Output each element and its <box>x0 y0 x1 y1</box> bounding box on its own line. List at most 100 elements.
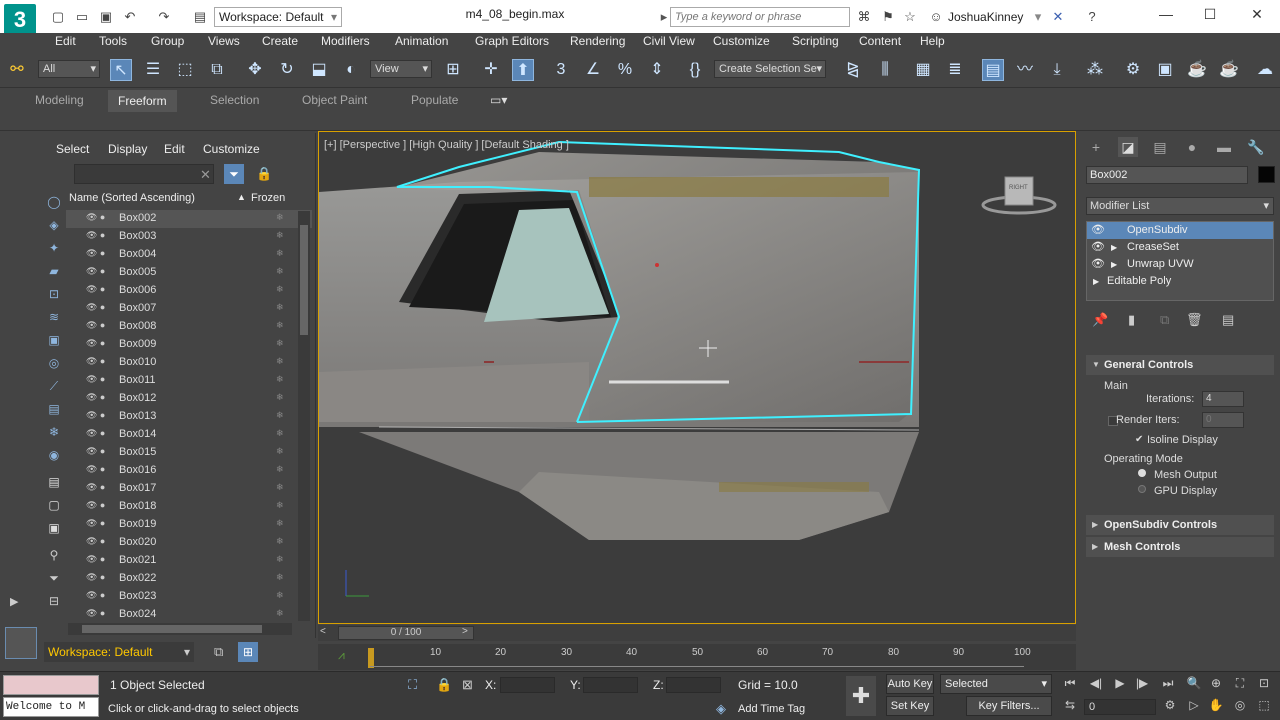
display-none-icon[interactable]: ▢ <box>47 498 61 512</box>
angle-snap-icon[interactable]: ∠ <box>582 59 604 81</box>
next-key-icon[interactable]: |▶ <box>1132 676 1152 692</box>
find-icon[interactable]: ⚲ <box>47 548 61 562</box>
filter-funnel-icon[interactable]: ⏷ <box>47 571 61 585</box>
render-iterative-icon[interactable]: ☕ <box>1218 59 1240 81</box>
close-button[interactable]: ✕ <box>1237 4 1277 24</box>
orbit-icon[interactable]: ◎ <box>1230 698 1250 714</box>
hierarchy-icon[interactable]: ⊞ <box>238 642 258 662</box>
mesh-output-radio[interactable] <box>1138 469 1146 477</box>
display-containers-icon[interactable]: ▤ <box>47 402 61 416</box>
render-iters-spinner[interactable]: 0 <box>1202 412 1244 428</box>
freeze-icon[interactable]: ❄ <box>276 392 284 403</box>
object-color-swatch[interactable] <box>1258 166 1275 183</box>
project-folder-icon[interactable]: ▤ <box>192 9 208 25</box>
z-coordinate-input[interactable] <box>666 677 721 693</box>
maxscript-listener[interactable]: Welcome to M <box>3 697 99 717</box>
table-row[interactable]: 👁 ● Box003 ❄ <box>66 228 312 246</box>
table-row[interactable]: 👁 ● Box022 ❄ <box>66 570 312 588</box>
modify-tab-icon[interactable]: ◪ <box>1118 137 1138 157</box>
freeze-icon[interactable]: ❄ <box>276 230 284 241</box>
eye-icon[interactable]: 👁 <box>1091 239 1105 256</box>
eye-icon[interactable]: 👁 ● <box>86 464 105 475</box>
eye-icon[interactable]: 👁 <box>1091 256 1105 273</box>
freeze-icon[interactable]: ❄ <box>276 446 284 457</box>
viewport-label[interactable]: [+] [Perspective ] [High Quality ] [Defa… <box>324 139 569 151</box>
reference-coordinate-select[interactable]: View ▾ <box>370 60 432 78</box>
display-all-icon[interactable]: ▤ <box>47 475 61 489</box>
menu-create[interactable]: Create <box>262 34 298 48</box>
freeze-icon[interactable]: ❄ <box>276 248 284 259</box>
binoculars-icon[interactable]: ⌘ <box>856 9 872 25</box>
app-logo[interactable]: 3 <box>4 4 36 36</box>
table-row[interactable]: 👁 ● Box008 ❄ <box>66 318 312 336</box>
x-app-icon[interactable]: ✕ <box>1050 9 1066 25</box>
eye-icon[interactable]: 👁 ● <box>86 320 105 331</box>
go-to-end-icon[interactable]: ⏭ <box>1158 676 1178 692</box>
redo-icon[interactable]: ↷ <box>156 9 172 25</box>
render-setup-icon[interactable]: ⚙ <box>1122 59 1144 81</box>
tab-modeling[interactable]: Modeling <box>35 93 84 107</box>
zoom-icon[interactable]: 🔍 <box>1184 676 1204 692</box>
make-unique-icon[interactable]: ⧉ <box>1160 312 1169 328</box>
mirror-icon[interactable]: ⧎ <box>842 59 864 81</box>
freeze-icon[interactable]: ❄ <box>276 608 284 619</box>
table-row[interactable]: 👁 ● Box016 ❄ <box>66 462 312 480</box>
menu-help[interactable]: Help <box>920 34 945 48</box>
display-spacewarps-icon[interactable]: ≋ <box>47 310 61 324</box>
help-icon[interactable]: ? <box>1084 9 1100 25</box>
zoom-all-icon[interactable]: ⊕ <box>1206 676 1226 692</box>
viewport-layout-icon[interactable] <box>5 627 37 659</box>
link-icon[interactable]: ⚯ <box>6 59 28 81</box>
time-config-icon[interactable]: ⚙ <box>1160 698 1180 714</box>
display-bones-icon[interactable]: ⟋ <box>47 379 61 393</box>
table-row[interactable]: 👁 ● Box013 ❄ <box>66 408 312 426</box>
freeze-icon[interactable]: ❄ <box>276 554 284 565</box>
eye-icon[interactable]: 👁 ● <box>86 374 105 385</box>
stack-item-creaseset[interactable]: 👁 ▶ CreaseSet <box>1087 239 1273 256</box>
selection-filter[interactable]: All ▾ <box>38 60 100 78</box>
display-cameras-icon[interactable]: ▰ <box>47 264 61 278</box>
configure-modifier-sets-icon[interactable]: ▤ <box>1222 312 1234 328</box>
new-file-icon[interactable]: ▢ <box>50 9 66 25</box>
freeze-icon[interactable]: ❄ <box>276 536 284 547</box>
display-helpers-icon[interactable]: ⊡ <box>47 287 61 301</box>
iterations-spinner[interactable]: 4 <box>1202 391 1244 407</box>
freeze-icon[interactable]: ❄ <box>276 410 284 421</box>
rotate-icon[interactable]: ↻ <box>276 59 298 81</box>
freeze-icon[interactable]: ❄ <box>276 212 284 223</box>
table-row[interactable]: 👁 ● Box007 ❄ <box>66 300 312 318</box>
exchange-icon[interactable]: ⚑ <box>880 9 896 25</box>
rollout-general-controls[interactable]: ▼ General Controls <box>1086 355 1274 375</box>
key-filters-button[interactable]: Key Filters... <box>966 696 1052 716</box>
edit-named-selection-icon[interactable]: {} <box>684 59 706 81</box>
menu-civil-view[interactable]: Civil View <box>643 34 695 48</box>
key-mode-select[interactable]: Selected ▾ <box>940 674 1052 694</box>
table-row[interactable]: 👁 ● Box005 ❄ <box>66 264 312 282</box>
workspace-select[interactable]: Workspace: Default ▾ <box>214 7 342 27</box>
stack-item-unwrap-uvw[interactable]: 👁 ▶ Unwrap UVW <box>1087 256 1273 273</box>
curve-editor-mini-icon[interactable]: ⩘ <box>338 648 345 663</box>
menu-scripting[interactable]: Scripting <box>792 34 839 48</box>
ribbon-options-icon[interactable]: ▭▾ <box>490 93 507 107</box>
isoline-checkbox[interactable]: ✔ <box>1135 434 1143 445</box>
eye-icon[interactable]: 👁 ● <box>86 230 105 241</box>
tab-populate[interactable]: Populate <box>411 93 458 107</box>
menu-views[interactable]: Views <box>208 34 240 48</box>
chevron-down-icon[interactable]: ▾ <box>1030 9 1046 25</box>
lock-icon[interactable]: 🔒 <box>256 166 272 182</box>
next-frame-icon[interactable]: > <box>462 626 468 637</box>
table-row[interactable]: 👁 ● Box015 ❄ <box>66 444 312 462</box>
remove-modifier-icon[interactable]: 🗑 <box>1186 312 1203 328</box>
field-of-view-icon[interactable]: ▷ <box>1184 698 1204 714</box>
explorer-menu-display[interactable]: Display <box>108 142 147 156</box>
display-tab-icon[interactable]: ▬ <box>1214 137 1234 157</box>
schematic-view-icon[interactable]: ⤓ <box>1046 59 1068 81</box>
user-name[interactable]: JoshuaKinney <box>948 10 1023 24</box>
eye-icon[interactable]: 👁 ● <box>86 284 105 295</box>
minimize-button[interactable]: — <box>1146 4 1186 24</box>
eye-icon[interactable]: 👁 ● <box>86 536 105 547</box>
layer-explorer-icon[interactable]: ▦ <box>912 59 934 81</box>
isolate-selection-icon[interactable]: ⛶ <box>408 677 417 693</box>
eye-icon[interactable]: 👁 ● <box>86 248 105 259</box>
display-lights-icon[interactable]: ✦ <box>47 241 61 255</box>
